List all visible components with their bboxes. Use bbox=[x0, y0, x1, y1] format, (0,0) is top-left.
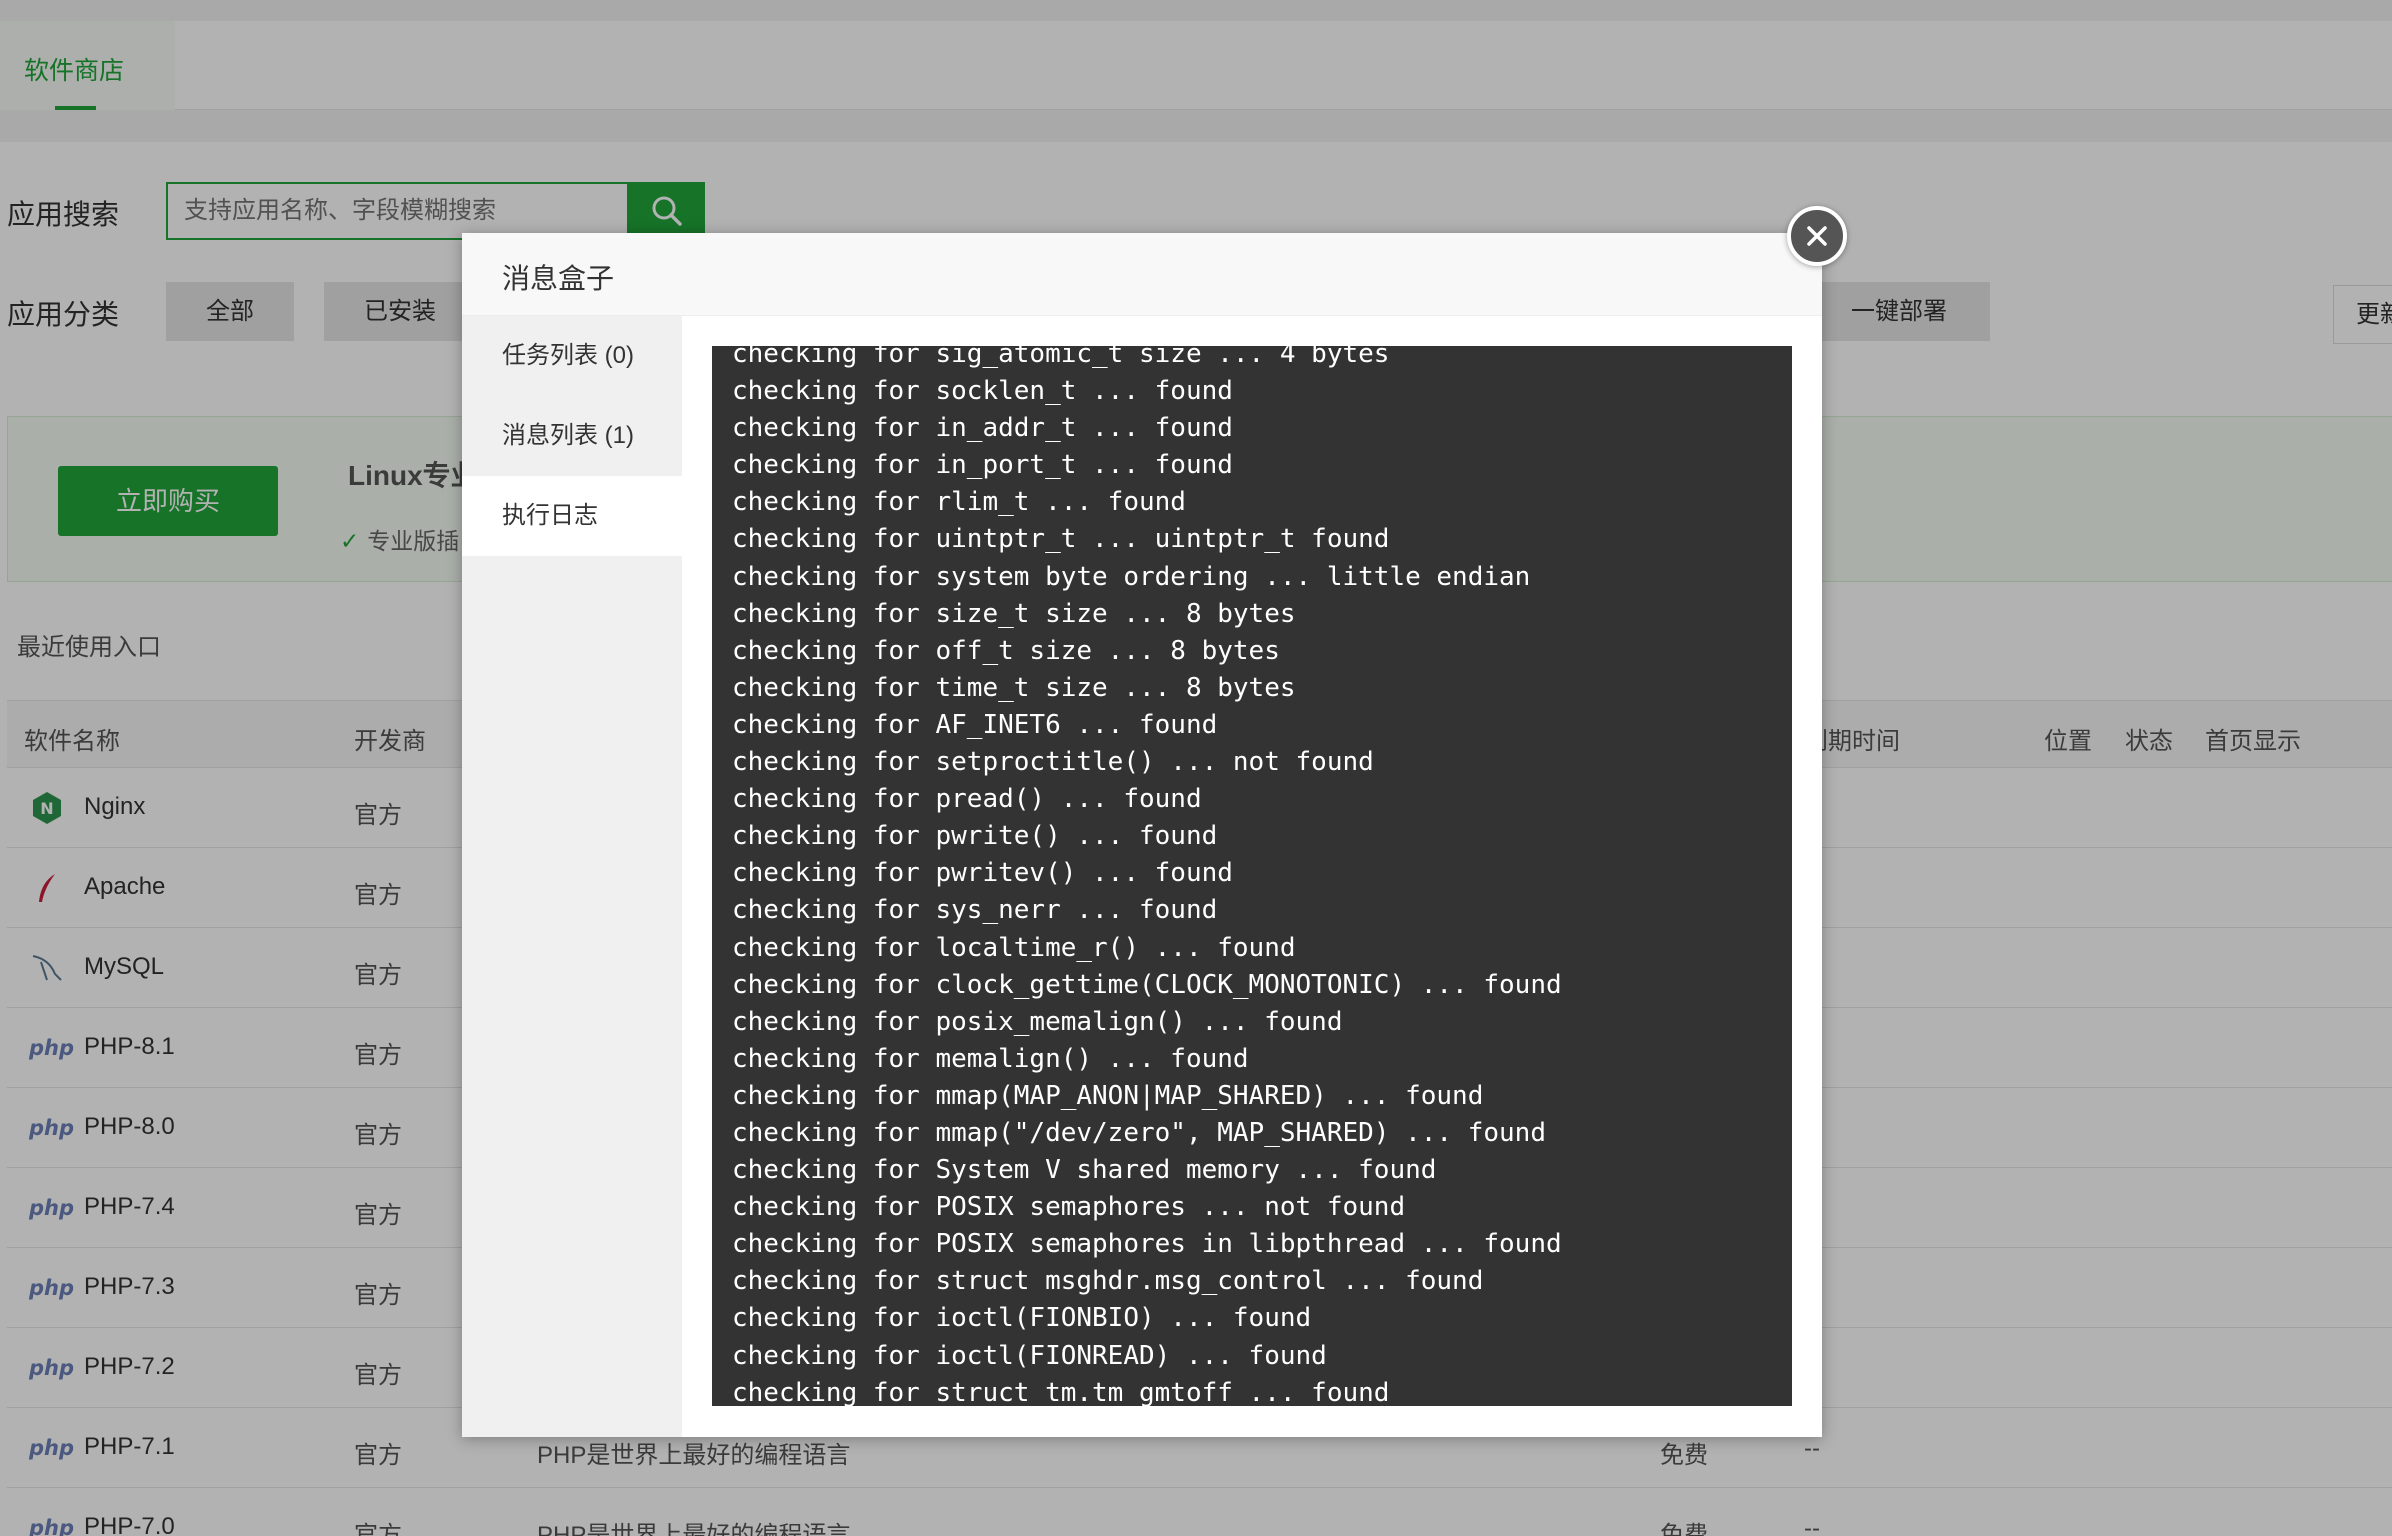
log-line: checking for uintptr_t ... uintptr_t fou… bbox=[732, 524, 1390, 555]
log-line: checking for struct msghdr.msg_control .… bbox=[732, 1266, 1484, 1297]
log-line: checking for sig_atomic_t size ... 4 byt… bbox=[732, 346, 1390, 369]
log-line: checking for time_t size ... 8 bytes bbox=[732, 672, 1296, 703]
log-line: checking for setproctitle() ... not foun… bbox=[732, 747, 1374, 778]
modal-title: 消息盒子 bbox=[502, 263, 615, 294]
close-icon bbox=[1807, 226, 1827, 246]
exec-log-console[interactable]: checking for sig_atomic_t size ... 4 byt… bbox=[712, 346, 1792, 1406]
log-line: checking for posix_memalign() ... found bbox=[732, 1006, 1343, 1037]
modal-close-button[interactable] bbox=[1787, 206, 1847, 266]
sidebar-item-message-list[interactable]: 消息列表 (1) bbox=[462, 396, 682, 476]
log-line: checking for System V shared memory ... … bbox=[732, 1155, 1437, 1186]
log-line: checking for pread() ... found bbox=[732, 784, 1202, 815]
log-line: checking for clock_gettime(CLOCK_MONOTON… bbox=[732, 969, 1562, 1000]
log-line: checking for rlim_t ... found bbox=[732, 487, 1186, 518]
log-line: checking for POSIX semaphores ... not fo… bbox=[732, 1192, 1406, 1223]
log-line: checking for size_t size ... 8 bytes bbox=[732, 598, 1296, 629]
log-line: checking for off_t size ... 8 bytes bbox=[732, 635, 1280, 666]
log-line: checking for pwritev() ... found bbox=[732, 858, 1233, 889]
software-store-page: 软件商店 应用搜索 应用分类 全部 已安装 一键部署 更新 立即购买 Linux… bbox=[0, 0, 2392, 1536]
log-line: checking for ioctl(FIONBIO) ... found bbox=[732, 1303, 1312, 1334]
log-line: checking for socklen_t ... found bbox=[732, 376, 1233, 407]
log-line: checking for AF_INET6 ... found bbox=[732, 709, 1218, 740]
log-line: checking for pwrite() ... found bbox=[732, 821, 1218, 852]
log-lines: checking for sig_atomic_t size ... 4 byt… bbox=[732, 346, 1772, 1406]
log-line: checking for POSIX semaphores in libpthr… bbox=[732, 1229, 1562, 1260]
modal-sidebar: 任务列表 (0) 消息列表 (1) 执行日志 bbox=[462, 316, 682, 1437]
log-line: checking for ioctl(FIONREAD) ... found bbox=[732, 1340, 1327, 1371]
log-line: checking for in_port_t ... found bbox=[732, 450, 1233, 481]
log-line: checking for system byte ordering ... li… bbox=[732, 561, 1531, 592]
log-line: checking for mmap(MAP_ANON|MAP_SHARED) .… bbox=[732, 1080, 1484, 1111]
modal-header: 消息盒子 bbox=[462, 233, 1822, 316]
log-line: checking for in_addr_t ... found bbox=[732, 413, 1233, 444]
log-line: checking for memalign() ... found bbox=[732, 1043, 1249, 1074]
message-box-modal: 消息盒子 任务列表 (0) 消息列表 (1) 执行日志 checking for… bbox=[462, 233, 1822, 1437]
log-line: checking for mmap("/dev/zero", MAP_SHARE… bbox=[732, 1117, 1546, 1148]
log-line: checking for localtime_r() ... found bbox=[732, 932, 1296, 963]
sidebar-item-exec-log[interactable]: 执行日志 bbox=[462, 476, 682, 556]
log-line: checking for struct tm.tm_gmtoff ... fou… bbox=[732, 1377, 1390, 1406]
log-line: checking for sys_nerr ... found bbox=[732, 895, 1218, 926]
sidebar-item-task-list[interactable]: 任务列表 (0) bbox=[462, 316, 682, 396]
